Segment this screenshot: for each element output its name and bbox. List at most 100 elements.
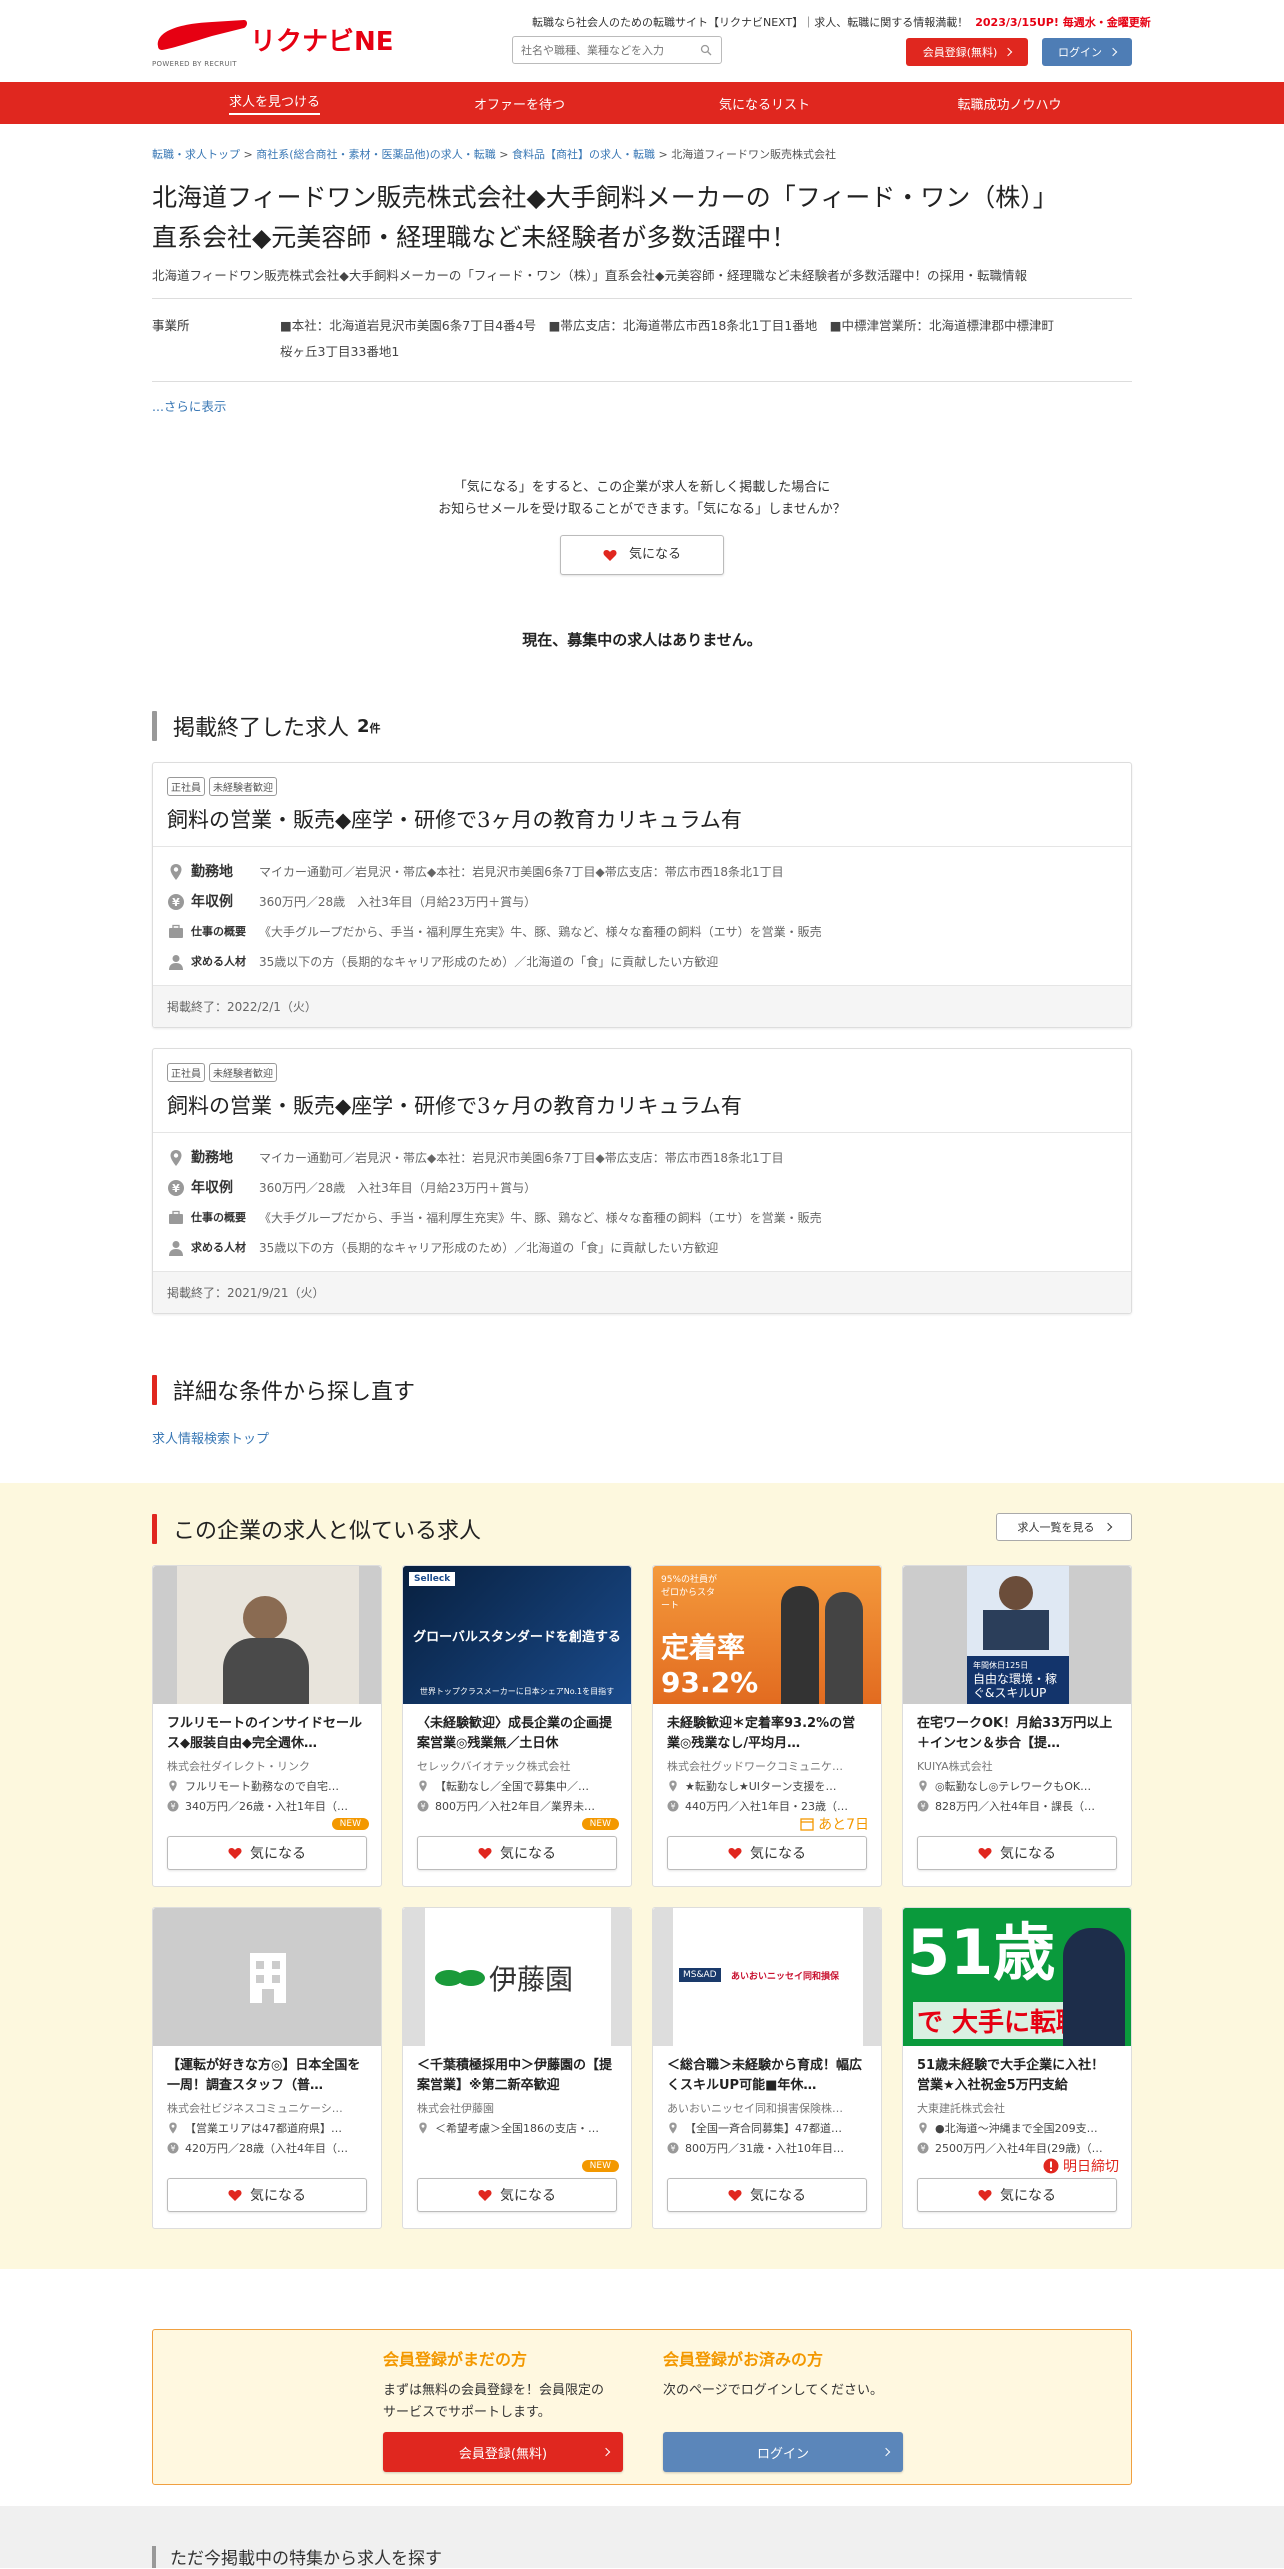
job-title[interactable]: 未経験歓迎＊定着率93.2%の営業◎残業なし/平均月… xyxy=(653,1704,881,1756)
favorite-button[interactable]: 気になる xyxy=(917,2178,1117,2212)
no-jobs-message: 現在、募集中の求人はありません。 xyxy=(522,631,762,649)
yen-icon: ¥ xyxy=(667,2142,679,2154)
job-image[interactable]: 年間休日125日 自由な環境・稼ぐ&スキルUP xyxy=(903,1566,1131,1704)
similar-jobs-grid: フルリモートのインサイドセールス◆服装自由◆完全週休… 株式会社ダイレクト・リンク… xyxy=(152,1565,1132,2229)
register-free-button[interactable]: 会員登録(無料) xyxy=(383,2432,623,2472)
login-button[interactable]: ログイン xyxy=(1042,38,1132,66)
job-title[interactable]: 51歳未経験で大手企業に入社！営業★入社祝金5万円支給 xyxy=(903,2046,1131,2098)
job-title[interactable]: 飼料の営業・販売◆座学・研修で3ヶ月の教育カリキュラム有 xyxy=(167,1090,1117,1120)
job-title[interactable]: ＜総合職＞未経験から育成！幅広くスキルUP可能■年休… xyxy=(653,2046,881,2098)
alert-icon xyxy=(1043,2158,1059,2174)
job-location: フルリモート勤務なので自宅… xyxy=(153,1774,381,1794)
company-name: 株式会社ビジネスコミュニケーシ… xyxy=(167,2102,343,2115)
favorite-button[interactable]: 気になる xyxy=(167,2178,367,2212)
map-pin-icon xyxy=(919,2122,927,2134)
job-title[interactable]: 飼料の営業・販売◆座学・研修で3ヶ月の教育カリキュラム有 xyxy=(167,804,1117,834)
similar-job-card[interactable]: 伊藤園 ＜千葉積極採用中＞伊藤園の【提案営業】※第二新卒歓迎 株式会社伊藤園 ＜希望考… xyxy=(402,1907,632,2229)
breadcrumb: 転職・求人トップ > 商社系(総合商社・素材・医薬品他)の求人・転職 > 食料品… xyxy=(152,148,837,161)
svg-text:¥: ¥ xyxy=(420,1802,425,1811)
similar-job-card[interactable]: 51歳で 大手に転職! 51歳未経験で大手企業に入社！営業★入社祝金5万円支給大東… xyxy=(902,1907,1132,2229)
ended-job-card[interactable]: 正社員 未経験者歓迎 飼料の営業・販売◆座学・研修で3ヶ月の教育カリキュラム有 勤… xyxy=(152,1048,1132,1314)
nav-knowhow[interactable]: 転職成功ノウハウ xyxy=(887,82,1132,124)
job-desc-row: 仕事の概要 《大手グループだから、手当・福利厚生充実》牛、豚、鶏など、様々な畜種の… xyxy=(167,1203,1117,1233)
job-image[interactable] xyxy=(153,1566,381,1704)
favorite-company-button[interactable]: 気になる xyxy=(560,535,724,575)
job-image[interactable]: MS&AD あいおいニッセイ同和損保 xyxy=(653,1908,881,2046)
job-image[interactable] xyxy=(153,1908,381,2046)
heart-icon xyxy=(978,1847,992,1859)
update-note: 2023/3/15UP! 毎週水・金曜更新 xyxy=(975,16,1151,29)
job-title[interactable]: 【運転が好きな方◎】日本全国を一周！調査スタッフ（普… xyxy=(153,2046,381,2098)
favorite-button[interactable]: 気になる xyxy=(667,1836,867,1870)
heart-icon xyxy=(478,1847,492,1859)
company-name: 株式会社伊藤園 xyxy=(417,2102,494,2115)
favorite-button[interactable]: 気になる xyxy=(167,1836,367,1870)
breadcrumb-link[interactable]: 転職・求人トップ xyxy=(152,148,240,161)
job-req-row: 求める人材 35歳以下の方（長期的なキャリア形成のため）／北海道の「食」に貢献した… xyxy=(167,947,1117,977)
search-top-link[interactable]: 求人情報検索トップ xyxy=(152,1432,269,1447)
job-pay: ¥2500万円／入社4年目(29歳)（… xyxy=(903,2136,1131,2156)
yen-icon: ¥ xyxy=(168,894,184,910)
show-more-link[interactable]: ...さらに表示 xyxy=(152,399,226,414)
yen-icon: ¥ xyxy=(167,2142,179,2154)
favorite-button[interactable]: 気になる xyxy=(917,1836,1117,1870)
job-title[interactable]: 〈未経験歓迎〉成長企業の企画提案営業◎残業無／土日休 xyxy=(403,1704,631,1756)
yen-icon: ¥ xyxy=(167,1800,179,1812)
similar-job-card[interactable]: Selleck グローバルスタンダードを創造する 世界トップクラスメーカーに日本シェ… xyxy=(402,1565,632,1887)
job-title[interactable]: フルリモートのインサイドセールス◆服装自由◆完全週休… xyxy=(153,1704,381,1756)
nav-favorites[interactable]: 気になるリスト xyxy=(642,82,887,124)
similar-job-card[interactable]: 年間休日125日 自由な環境・稼ぐ&スキルUP 在宅ワークOK！月給33万円以上＋イ… xyxy=(902,1565,1132,1887)
building-icon xyxy=(250,1953,286,2003)
ended-job-card[interactable]: 正社員 未経験者歓迎 飼料の営業・販売◆座学・研修で3ヶ月の教育カリキュラム有 勤… xyxy=(152,762,1132,1028)
not-member-text: まずは無料の会員登録を！会員限定の サービスでサポートします。 xyxy=(383,2383,605,2420)
favorite-button[interactable]: 気になる xyxy=(417,1836,617,1870)
office-value: ■本社：北海道岩見沢市美園6条7丁目4番4号 ■帯広支店：北海道帯広市西18条北… xyxy=(280,318,1055,359)
register-button[interactable]: 会員登録(無料) xyxy=(906,38,1028,66)
map-pin-icon xyxy=(170,864,182,880)
rikunabi-next-logo[interactable]: リクナビNEXT POWERED BY RECRUIT xyxy=(152,16,392,70)
svg-text:¥: ¥ xyxy=(170,1802,175,1811)
breadcrumb-link[interactable]: 食料品【商社】の求人・転職 xyxy=(512,148,655,161)
similar-job-card[interactable]: 95%の社員がゼロからスタート 定着率93.2% 未経験歓迎＊定着率93.2%の営業… xyxy=(652,1565,882,1887)
favorite-button[interactable]: 気になる xyxy=(667,2178,867,2212)
member-login-button[interactable]: ログイン xyxy=(663,2432,903,2472)
heart-icon xyxy=(728,1847,742,1859)
briefcase-icon xyxy=(169,924,183,938)
nav-find-jobs[interactable]: 求人を見つける xyxy=(152,82,397,124)
breadcrumb-link[interactable]: 商社系(総合商社・素材・医薬品他)の求人・転職 xyxy=(256,148,496,161)
heading-bar xyxy=(152,1375,157,1405)
job-pay: ¥800万円／31歳・入社10年目… xyxy=(653,2136,881,2156)
job-image[interactable]: 51歳で 大手に転職! xyxy=(903,1908,1131,2046)
feature-heading: ただ今掲載中の特集から求人を探す xyxy=(152,2544,442,2569)
inexperienced-tag: 未経験者歓迎 xyxy=(209,777,277,796)
job-pay: ¥800万円／入社2年目／業界未… xyxy=(403,1794,631,1814)
heart-icon xyxy=(228,1847,242,1859)
similar-job-card[interactable]: MS&AD あいおいニッセイ同和損保 ＜総合職＞未経験から育成！幅広くスキルUP可能… xyxy=(652,1907,882,2229)
favorite-button[interactable]: 気になる xyxy=(417,2178,617,2212)
member-title: 会員登録がお済みの方 xyxy=(663,2350,824,2369)
job-image[interactable]: 伊藤園 xyxy=(403,1908,631,2046)
company-name: 大東建託株式会社 xyxy=(917,2102,1005,2115)
job-image[interactable]: Selleck グローバルスタンダードを創造する 世界トップクラスメーカーに日本シェ… xyxy=(403,1566,631,1704)
map-pin-icon xyxy=(419,1780,427,1792)
logo-subtext: POWERED BY RECRUIT xyxy=(152,60,237,68)
job-title[interactable]: ＜千葉積極採用中＞伊藤園の【提案営業】※第二新卒歓迎 xyxy=(403,2046,631,2098)
nav-wait-offers[interactable]: オファーを待つ xyxy=(397,82,642,124)
ended-jobs-heading: 掲載終了した求人 2件 xyxy=(152,710,1132,742)
chevron-right-icon xyxy=(1103,1522,1112,1532)
job-end-date: 掲載終了：2021/9/21（火） xyxy=(153,1271,1131,1313)
similar-job-card[interactable]: フルリモートのインサイドセールス◆服装自由◆完全週休… 株式会社ダイレクト・リンク… xyxy=(152,1565,382,1887)
view-job-list-button[interactable]: 求人一覧を見る xyxy=(996,1513,1132,1541)
similar-job-card[interactable]: 【運転が好きな方◎】日本全国を一周！調査スタッフ（普… 株式会社ビジネスコミュニケ… xyxy=(152,1907,382,2229)
svg-text:¥: ¥ xyxy=(920,2144,925,2153)
job-pay: ¥440万円／入社1年目・23歳（… xyxy=(653,1794,881,1814)
deadline-badge: 明日締切 xyxy=(1043,2156,1119,2176)
new-badge: NEW xyxy=(581,1818,619,1830)
job-image[interactable]: 95%の社員がゼロからスタート 定着率93.2% xyxy=(653,1566,881,1704)
global-nav: 求人を見つける オファーを待つ 気になるリスト 転職成功ノウハウ xyxy=(0,82,1284,124)
search-input[interactable] xyxy=(512,36,722,64)
favorite-label: 気になる xyxy=(628,547,681,562)
job-title[interactable]: 在宅ワークOK！月給33万円以上＋インセン＆歩合【提… xyxy=(903,1704,1131,1756)
search-icon[interactable] xyxy=(700,44,712,56)
company-name: 株式会社グッドワークコミュニケ… xyxy=(667,1760,843,1773)
